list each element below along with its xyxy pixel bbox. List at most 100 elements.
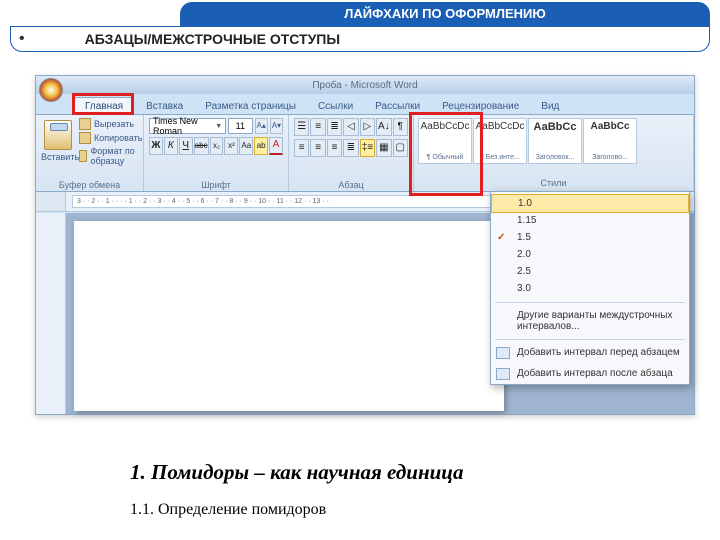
add-space-before[interactable]: Добавить интервал перед абзацем	[491, 342, 689, 363]
subheading-text: АБЗАЦЫ/МЕЖСТРОЧНЫЕ ОТСТУПЫ	[85, 31, 340, 47]
borders-button[interactable]: ▢	[393, 139, 408, 157]
spacing-1-0[interactable]: 1.0	[491, 194, 689, 213]
add-space-after[interactable]: Добавить интервал после абзаца	[491, 363, 689, 384]
group-paragraph-label: Абзац	[294, 178, 408, 190]
bullet: •	[19, 30, 25, 48]
paste-button[interactable]: Вставить	[41, 118, 75, 166]
space-before-label: Добавить интервал перед абзацем	[517, 347, 680, 358]
style-nospacing[interactable]: АаBbCcDc ¶ Без инте...	[473, 118, 527, 164]
cut-button[interactable]: Вырезать	[79, 118, 142, 130]
spacing-options[interactable]: Другие варианты междустрочных интервалов…	[491, 305, 689, 337]
font-name-value: Times New Roman	[153, 116, 215, 136]
spacing-1-15[interactable]: 1.15	[491, 212, 689, 229]
line-spacing-menu: 1.0 1.15 ✓1.5 2.0 2.5 3.0 Другие вариант…	[490, 191, 690, 385]
spacing-1-5[interactable]: ✓1.5	[491, 229, 689, 246]
vertical-ruler[interactable]	[36, 213, 66, 414]
copy-label: Копировать	[94, 133, 142, 143]
font-color-button[interactable]: A	[269, 137, 283, 155]
tab-mail[interactable]: Рассылки	[365, 98, 430, 114]
style-preview: АаBbCс	[530, 121, 580, 133]
office-button[interactable]	[39, 78, 63, 102]
tab-review[interactable]: Рецензирование	[432, 98, 529, 114]
indent-inc-button[interactable]: ▷	[360, 118, 375, 136]
copy-icon	[79, 132, 91, 144]
group-font: Times New Roman▼ 11 A▴ A▾ Ж К Ч abc x₂ x…	[144, 115, 289, 191]
sort-button[interactable]: A↓	[376, 118, 391, 136]
tab-view[interactable]: Вид	[531, 98, 569, 114]
style-normal[interactable]: АаBbCcDc ¶ Обычный	[418, 118, 472, 164]
style-name: ¶ Обычный	[420, 154, 470, 161]
justify-button[interactable]: ≣	[343, 139, 358, 157]
copy-button[interactable]: Копировать	[79, 132, 142, 144]
menu-separator	[495, 339, 685, 340]
subscript-button[interactable]: x₂	[210, 137, 224, 155]
multilevel-button[interactable]: ≣	[327, 118, 342, 136]
tab-layout[interactable]: Разметка страницы	[195, 98, 306, 114]
case-button[interactable]: Aa	[239, 137, 253, 155]
bold-button[interactable]: Ж	[149, 137, 163, 155]
spacing-3-0[interactable]: 3.0	[491, 280, 689, 297]
cut-label: Вырезать	[94, 119, 134, 129]
doc-heading-2: 1.1. Определение помидоров	[130, 501, 463, 519]
italic-button[interactable]: К	[164, 137, 178, 155]
scissors-icon	[79, 118, 91, 130]
ruler-corner	[36, 192, 66, 211]
format-painter-button[interactable]: Формат по образцу	[79, 146, 142, 166]
group-clipboard-label: Буфер обмена	[41, 178, 138, 190]
spacing-2-5[interactable]: 2.5	[491, 263, 689, 280]
group-clipboard: Вставить Вырезать Копировать Формат по о…	[36, 115, 144, 191]
ribbon-tabs: Главная Вставка Разметка страницы Ссылки…	[36, 94, 694, 114]
spacing-1-5-label: 1.5	[517, 232, 531, 243]
space-before-icon	[496, 347, 510, 359]
spacing-2-0[interactable]: 2.0	[491, 246, 689, 263]
group-font-label: Шрифт	[149, 178, 283, 190]
style-heading1[interactable]: АаBbCс Заголовок...	[528, 118, 582, 164]
style-preview: АаBbCcDc	[420, 121, 470, 132]
style-heading2[interactable]: АаBbCс Заголово...	[583, 118, 637, 164]
bullets-button[interactable]: ☰	[294, 118, 309, 136]
style-name: Заголово...	[585, 154, 635, 161]
numbering-button[interactable]: ≡	[310, 118, 325, 136]
highlight-button[interactable]: ab	[254, 137, 268, 155]
chevron-down-icon: ▼	[215, 123, 222, 130]
window-title: Проба - Microsoft Word	[312, 80, 417, 91]
paste-icon	[44, 120, 72, 150]
shrink-font-button[interactable]: A▾	[270, 118, 283, 134]
group-styles-label: Стили	[418, 176, 689, 188]
word-window: Проба - Microsoft Word Главная Вставка Р…	[35, 75, 695, 415]
align-center-button[interactable]: ≡	[310, 139, 325, 157]
tab-insert[interactable]: Вставка	[136, 98, 193, 114]
shading-button[interactable]: ▦	[376, 139, 391, 157]
space-after-label: Добавить интервал после абзаца	[517, 368, 673, 379]
line-spacing-button[interactable]: ‡≡	[360, 139, 375, 157]
tab-home[interactable]: Главная	[74, 97, 134, 114]
show-marks-button[interactable]: ¶	[393, 118, 408, 136]
font-size-combo[interactable]: 11	[228, 118, 252, 134]
tab-refs[interactable]: Ссылки	[308, 98, 363, 114]
paste-label: Вставить	[41, 152, 75, 162]
sample-document-text: 1. Помидоры – как научная единица 1.1. О…	[130, 460, 463, 519]
group-styles: АаBbCcDc¶ Обычный АаBbCcDc¶ Без инте... …	[414, 115, 694, 191]
style-preview: АаBbCcDc	[475, 121, 525, 132]
document-page[interactable]	[74, 221, 504, 411]
group-paragraph: ☰ ≡ ≣ ◁ ▷ A↓ ¶ ≡ ≡ ≡ ≣ ‡≡ ▦ ▢	[289, 115, 414, 191]
fmt-label: Формат по образцу	[90, 146, 142, 166]
ribbon: Вставить Вырезать Копировать Формат по о…	[36, 114, 694, 192]
grow-font-button[interactable]: A▴	[255, 118, 268, 134]
style-name: ¶ Без инте...	[475, 154, 525, 161]
font-name-combo[interactable]: Times New Roman▼	[149, 118, 226, 134]
title-bar: Проба - Microsoft Word	[36, 76, 694, 94]
align-left-button[interactable]: ≡	[294, 139, 309, 157]
slide-subheader: • АБЗАЦЫ/МЕЖСТРОЧНЫЕ ОТСТУПЫ	[10, 26, 710, 52]
style-name: Заголовок...	[530, 154, 580, 161]
space-after-icon	[496, 368, 510, 380]
indent-dec-button[interactable]: ◁	[343, 118, 358, 136]
style-preview: АаBbCс	[585, 121, 635, 132]
brush-icon	[79, 150, 87, 162]
strike-button[interactable]: abc	[194, 137, 209, 155]
slide-banner: ЛАЙФХАКИ ПО ОФОРМЛЕНИЮ	[180, 2, 710, 26]
underline-button[interactable]: Ч	[179, 137, 193, 155]
align-right-button[interactable]: ≡	[327, 139, 342, 157]
menu-separator	[495, 302, 685, 303]
superscript-button[interactable]: x²	[224, 137, 238, 155]
